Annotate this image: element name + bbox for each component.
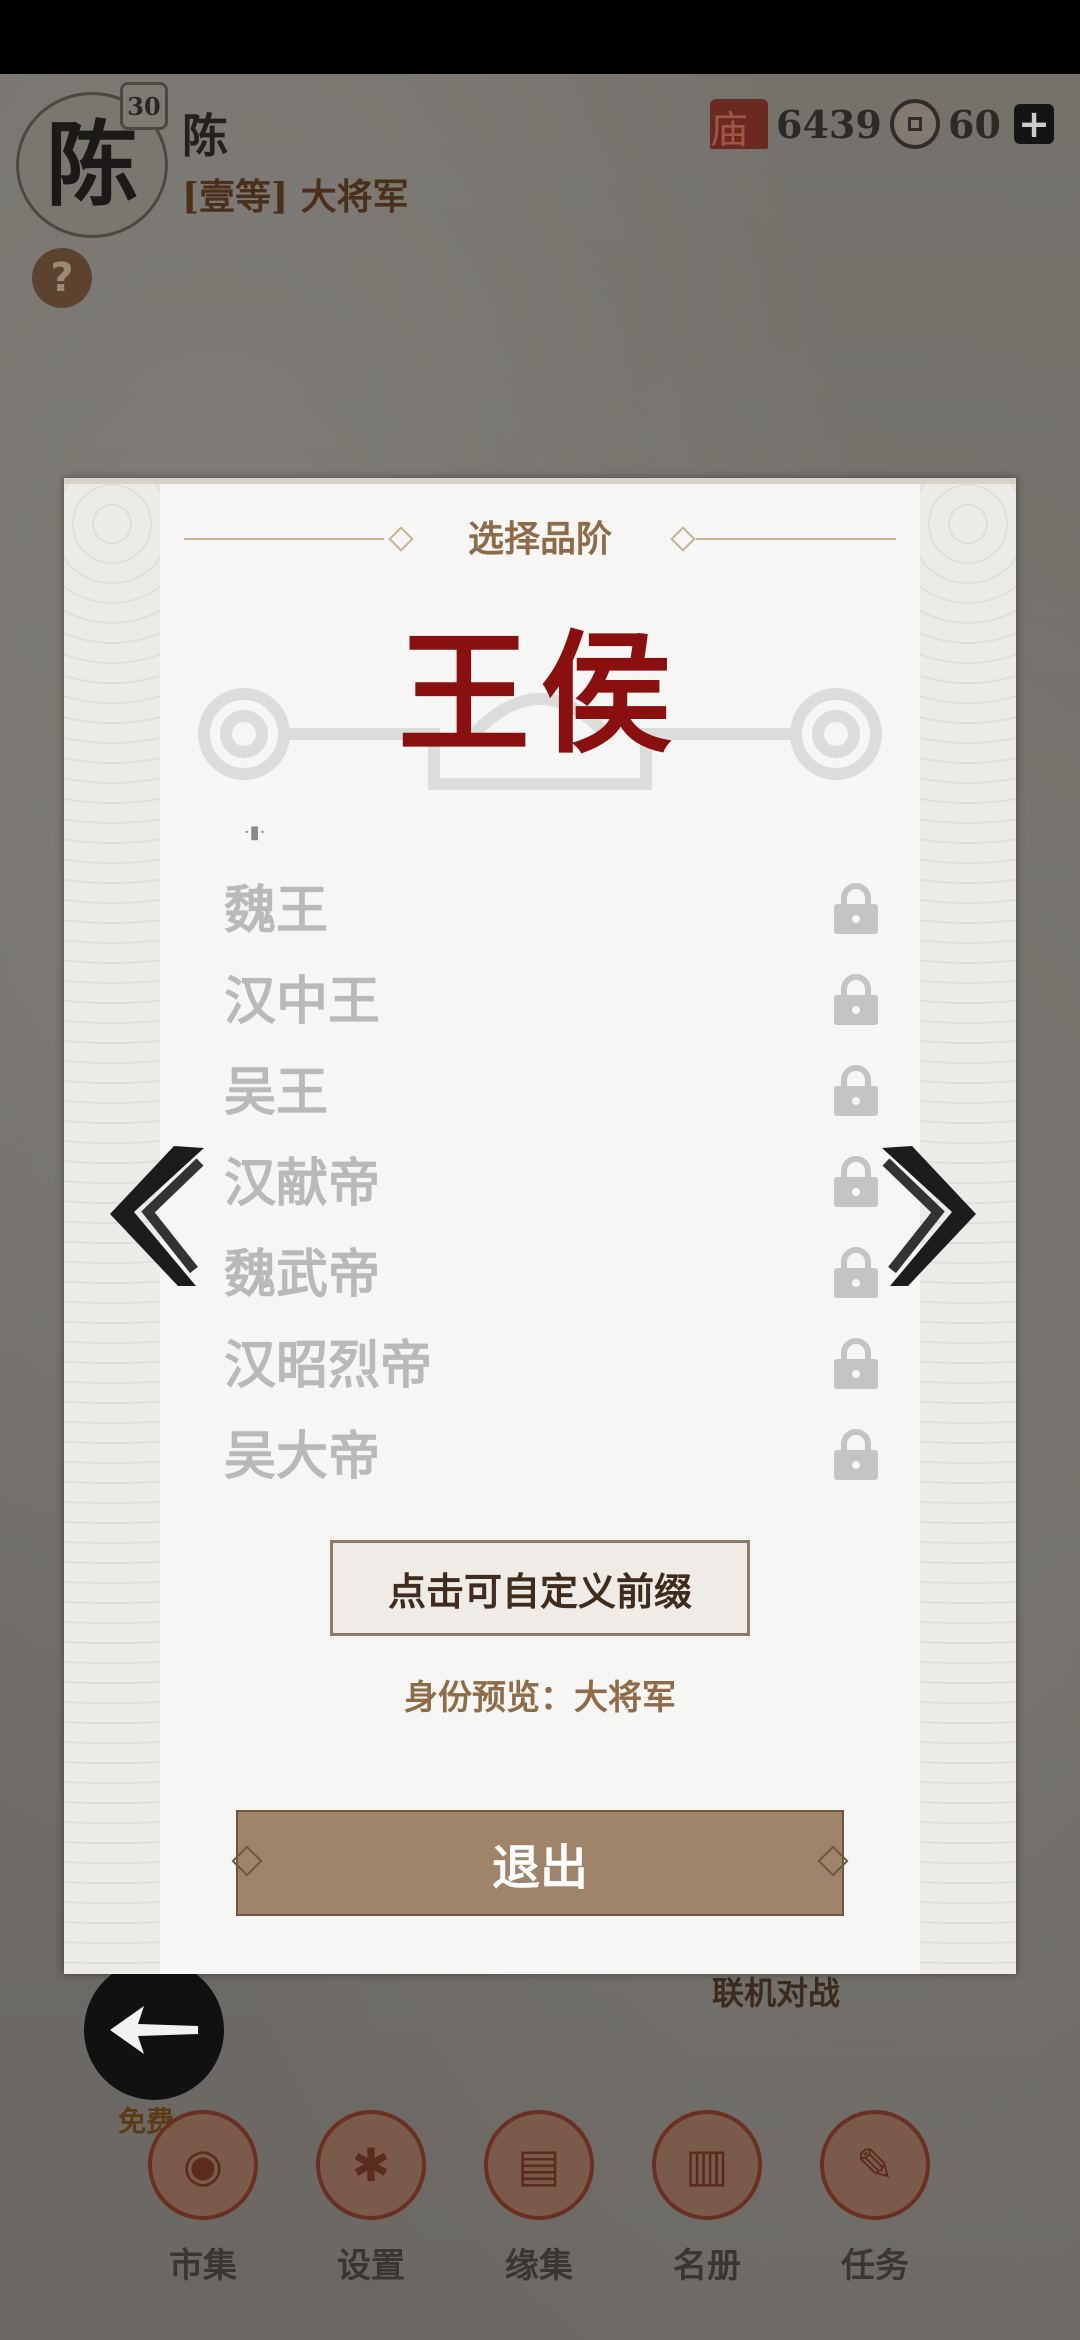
- task-icon: ✎: [820, 2110, 930, 2220]
- hall-icon: 庙: [710, 99, 768, 152]
- rank-name: 魏武帝: [224, 1244, 381, 1305]
- rank-row[interactable]: 魏武帝: [224, 1224, 924, 1315]
- online-battle-label[interactable]: 联机对战: [712, 1968, 840, 2014]
- scroll-hint: ·▮·: [244, 822, 266, 843]
- nav-collection[interactable]: ▤ 缘集: [474, 2110, 604, 2287]
- coin-icon: [890, 99, 940, 149]
- coin-resource: 60: [890, 96, 1001, 152]
- coin-value: 60: [948, 101, 1001, 147]
- add-coin-button[interactable]: +: [1014, 104, 1054, 144]
- player-name: 陈: [182, 109, 228, 163]
- nav-label: 市集: [169, 2246, 237, 2286]
- exit-button-label: 退出: [491, 1840, 588, 1896]
- back-button[interactable]: [84, 1960, 224, 2100]
- settings-icon: ✱: [316, 2110, 426, 2220]
- status-bar: [0, 0, 1080, 74]
- lock-icon: [834, 1338, 878, 1389]
- rank-row[interactable]: 汉昭烈帝: [224, 1315, 924, 1406]
- exit-button-ornament-right: [817, 1845, 849, 1877]
- rank-list: 魏王 汉中王 吴王 汉献帝 魏武帝 汉昭烈帝 吴大帝: [224, 860, 924, 1497]
- lock-icon: [834, 974, 878, 1025]
- identity-preview: 身份预览：大将军: [64, 1670, 1016, 1719]
- rank-category-title: 王侯: [398, 617, 682, 772]
- hall-resource: 庙 6439: [710, 96, 882, 152]
- prev-category-arrow-icon[interactable]: [104, 1142, 214, 1292]
- lock-icon: [834, 883, 878, 934]
- book-icon: ▤: [484, 2110, 594, 2220]
- custom-prefix-button[interactable]: 点击可自定义前缀: [330, 1540, 750, 1636]
- nav-label: 缘集: [505, 2246, 573, 2286]
- exit-button-ornament-left: [231, 1845, 263, 1877]
- rank-select-dialog: 选择品阶 王侯 ·▮· 魏王 汉中王 吴王 汉献帝 魏武帝 汉昭烈帝 吴大帝 点…: [64, 478, 1016, 1974]
- rank-name: 吴王: [224, 1062, 329, 1123]
- title-divider-right: [696, 538, 896, 540]
- preview-value: 大将军: [574, 1678, 676, 1718]
- preview-label: 身份预览：: [404, 1678, 574, 1718]
- avatar-char: 陈: [45, 111, 138, 219]
- nav-settings[interactable]: ✱ 设置: [306, 2110, 436, 2287]
- rank-row[interactable]: 吴王: [224, 1042, 924, 1133]
- player-rank: [壹等] 大将军: [182, 176, 409, 218]
- nav-roster[interactable]: ▥ 名册: [642, 2110, 772, 2287]
- nav-market[interactable]: ◉ 市集: [138, 2110, 268, 2287]
- rank-row[interactable]: 吴大帝: [224, 1406, 924, 1497]
- market-icon: ◉: [148, 2110, 258, 2220]
- rank-row[interactable]: 魏王: [224, 860, 924, 951]
- dialog-title: 选择品阶: [467, 518, 612, 560]
- nav-label: 设置: [337, 2246, 405, 2286]
- rank-name: 汉昭烈帝: [224, 1335, 433, 1396]
- rank-name: 汉中王: [224, 971, 381, 1032]
- nav-label: 任务: [841, 2246, 909, 2286]
- hall-value: 6439: [776, 101, 882, 147]
- exit-button[interactable]: 退出: [231, 1810, 849, 1916]
- rank-row[interactable]: 汉献帝: [224, 1133, 924, 1224]
- lock-icon: [834, 1429, 878, 1480]
- next-category-arrow-icon[interactable]: [872, 1142, 982, 1292]
- level-badge: 30: [120, 82, 168, 130]
- nav-tasks[interactable]: ✎ 任务: [810, 2110, 940, 2287]
- help-button[interactable]: ?: [32, 248, 92, 308]
- rank-name: 吴大帝: [224, 1426, 381, 1487]
- roster-icon: ▥: [652, 2110, 762, 2220]
- rank-name: 魏王: [224, 880, 329, 941]
- back-arrow-icon: [110, 2006, 198, 2054]
- lock-icon: [834, 1065, 878, 1116]
- rank-row[interactable]: 汉中王: [224, 951, 924, 1042]
- rank-name: 汉献帝: [224, 1153, 381, 1214]
- nav-label: 名册: [673, 2246, 741, 2286]
